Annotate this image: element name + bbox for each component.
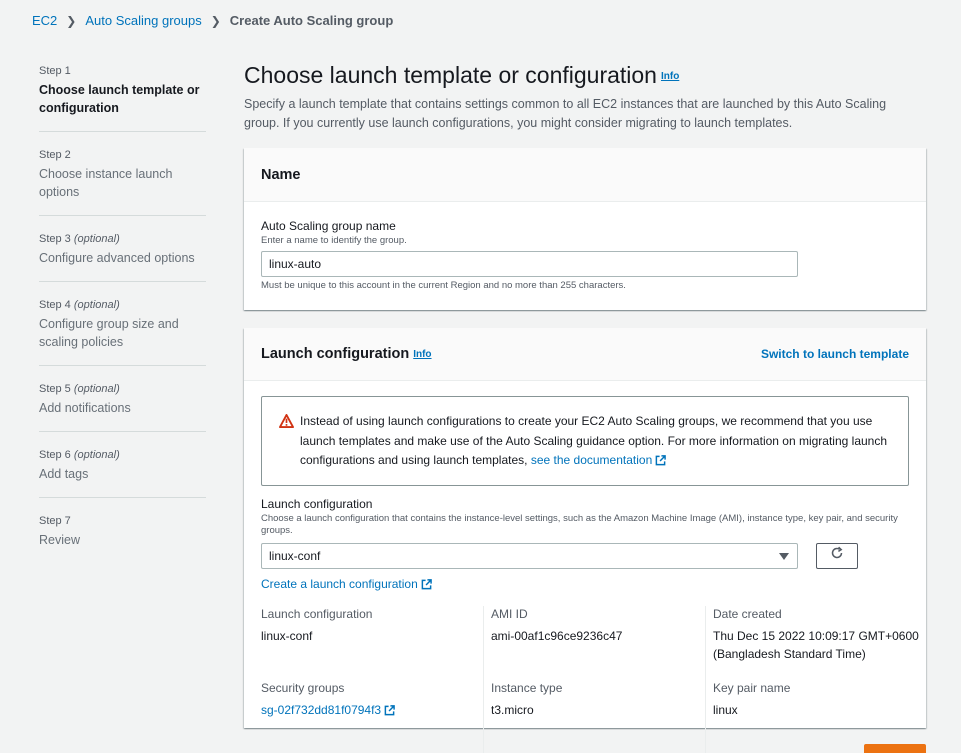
lc-select-label: Launch configuration <box>261 496 373 511</box>
security-group-text: sg-02f732dd81f0794f3 <box>261 702 382 717</box>
external-link-icon <box>421 578 432 593</box>
step-number: Step 3 (optional) <box>39 232 206 246</box>
detail-ami-id: AMI ID ami-00af1c96ce9236c47 <box>483 605 705 680</box>
refresh-button[interactable] <box>816 542 858 569</box>
name-panel-header: Name <box>244 148 926 202</box>
page-title: Choose launch template or configuration I… <box>244 60 926 92</box>
asg-name-label: Auto Scaling group name <box>261 219 396 233</box>
detail-value: t3.micro <box>491 702 534 717</box>
detail-key: Instance type <box>491 680 563 695</box>
step-title: Review <box>39 533 80 547</box>
switch-to-launch-template-link[interactable]: Switch to launch template <box>761 347 909 361</box>
create-lc-row: Create a launch configuration <box>261 575 909 593</box>
step-number-text: Step 5 <box>39 383 71 395</box>
asg-name-description: Enter a name to identify the group. <box>261 235 407 246</box>
detail-key: AMI ID <box>491 606 528 621</box>
step-title: Choose instance launch options <box>39 167 173 199</box>
optional-tag: (optional) <box>73 383 120 395</box>
step-number: Step 6 (optional) <box>39 448 206 462</box>
create-launch-configuration-link[interactable]: Create a launch configuration <box>261 577 432 591</box>
step-number-text: Step 4 <box>39 299 71 311</box>
lc-details: Launch configuration linux-conf AMI ID a… <box>261 605 919 753</box>
info-link[interactable]: Info <box>661 71 679 82</box>
step-1: Step 1 Choose launch template or configu… <box>39 64 206 132</box>
detail-date-created: Date created Thu Dec 15 2022 10:09:17 GM… <box>705 605 926 680</box>
step-title: Choose launch template or configuration <box>39 83 200 115</box>
step-number: Step 1 <box>39 65 71 77</box>
detail-key: Launch configuration <box>261 606 373 621</box>
detail-key: Key pair name <box>713 680 791 695</box>
step-title: Configure advanced options <box>39 251 195 265</box>
refresh-icon <box>830 546 844 565</box>
step-number-text: Step 6 <box>39 449 71 461</box>
detail-instance-type: Instance type t3.micro <box>483 679 705 753</box>
name-panel: Name Auto Scaling group name Enter a nam… <box>244 148 926 310</box>
wizard-steps: Step 1 Choose launch template or configu… <box>39 64 206 579</box>
caret-down-icon <box>779 552 789 560</box>
lc-select-description: Choose a launch configuration that conta… <box>261 512 898 536</box>
external-link-icon <box>384 703 395 721</box>
page-description: Specify a launch template that contains … <box>244 96 887 130</box>
lc-select-value: linux-conf <box>269 548 321 563</box>
detail-security-groups: Security groups sg-02f732dd81f0794f3 <box>261 680 483 753</box>
lc-select-row: linux-conf <box>261 542 909 569</box>
launch-configuration-select[interactable]: linux-conf <box>261 542 798 569</box>
lc-panel-heading: Launch configuration Info <box>261 346 432 362</box>
optional-tag: (optional) <box>73 233 120 245</box>
info-link[interactable]: Info <box>413 349 431 360</box>
step-title: Add tags <box>39 467 89 481</box>
step-3[interactable]: Step 3 (optional) Configure advanced opt… <box>39 232 206 282</box>
detail-value: Thu Dec 15 2022 10:09:17 GMT+0600 (Bangl… <box>713 628 919 661</box>
asg-name-hint: Must be unique to this account in the cu… <box>261 280 626 291</box>
lc-panel-body: Instead of using launch configurations t… <box>244 381 926 753</box>
asg-name-input[interactable]: linux-auto <box>261 251 798 277</box>
step-number: Step 4 (optional) <box>39 298 206 312</box>
chevron-right-icon: ❯ <box>66 13 77 28</box>
detail-value: linux-conf <box>261 628 313 643</box>
detail-value: sg-02f732dd81f0794f3 <box>261 701 483 721</box>
create-lc-text: Create a launch configuration <box>261 576 418 591</box>
page-header: Choose launch template or configuration I… <box>244 60 926 133</box>
detail-key: Security groups <box>261 680 345 695</box>
warning-icon <box>279 414 295 473</box>
next-button[interactable] <box>864 744 926 753</box>
optional-tag: (optional) <box>73 299 120 311</box>
chevron-right-icon: ❯ <box>210 13 221 28</box>
detail-key-pair-name: Key pair name linux <box>705 679 926 753</box>
external-link-icon <box>655 453 667 473</box>
launch-configuration-panel: Launch configuration Info Switch to launc… <box>244 328 926 753</box>
detail-value: linux <box>713 702 738 717</box>
breadcrumb: EC2 ❯ Auto Scaling groups ❯ Create Auto … <box>32 13 393 28</box>
lc-panel-header: Launch configuration Info Switch to launc… <box>244 328 926 381</box>
warning-alert: Instead of using launch configurations t… <box>261 396 909 486</box>
step-5[interactable]: Step 5 (optional) Add notifications <box>39 382 206 432</box>
step-2[interactable]: Step 2 Choose instance launch options <box>39 148 206 216</box>
detail-value: ami-00af1c96ce9236c47 <box>491 628 623 643</box>
see-documentation-text: see the documentation <box>530 453 653 467</box>
lc-panel-heading-text: Launch configuration <box>261 346 410 362</box>
see-documentation-link[interactable]: see the documentation <box>530 453 667 467</box>
lc-select-field: Launch configuration Choose a launch con… <box>261 496 909 593</box>
page-title-text: Choose launch template or configuration <box>244 62 657 88</box>
step-title: Configure group size and scaling policie… <box>39 317 179 349</box>
step-4[interactable]: Step 4 (optional) Configure group size a… <box>39 298 206 366</box>
breadcrumb-auto-scaling-groups[interactable]: Auto Scaling groups <box>85 13 201 28</box>
step-number-text: Step 3 <box>39 233 71 245</box>
name-panel-heading: Name <box>261 166 301 183</box>
security-group-link[interactable]: sg-02f732dd81f0794f3 <box>261 703 395 717</box>
step-number: Step 2 <box>39 149 71 161</box>
step-6[interactable]: Step 6 (optional) Add tags <box>39 448 206 498</box>
breadcrumb-ec2[interactable]: EC2 <box>32 13 57 28</box>
breadcrumb-current: Create Auto Scaling group <box>229 13 394 28</box>
step-number: Step 5 (optional) <box>39 382 206 396</box>
optional-tag: (optional) <box>73 449 120 461</box>
detail-key: Date created <box>713 606 782 621</box>
name-panel-body: Auto Scaling group name Enter a name to … <box>244 202 926 291</box>
detail-launch-configuration: Launch configuration linux-conf <box>261 606 483 680</box>
step-title: Add notifications <box>39 401 131 415</box>
alert-message: Instead of using launch configurations t… <box>300 412 888 473</box>
step-7[interactable]: Step 7 Review <box>39 514 206 563</box>
step-number: Step 7 <box>39 515 71 527</box>
